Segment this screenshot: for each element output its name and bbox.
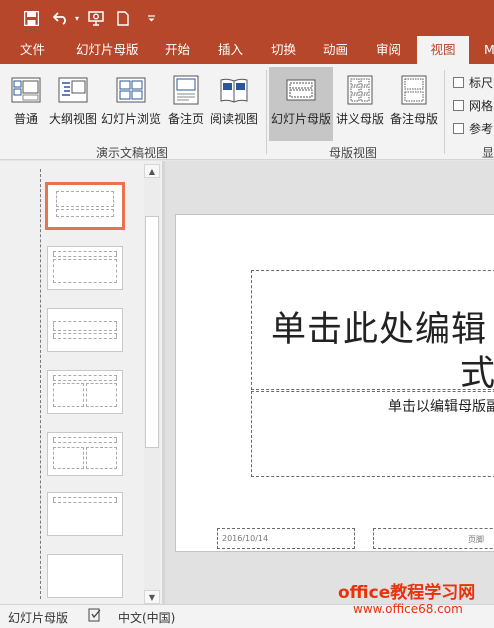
normal-view-button[interactable]: 普通: [6, 67, 46, 141]
tab-animations[interactable]: 动画: [323, 36, 348, 64]
ruler-checkbox[interactable]: 标尺: [453, 74, 493, 91]
tab-more[interactable]: M: [484, 36, 494, 64]
thumb-placeholder: [53, 375, 117, 381]
thumb-placeholder: [56, 191, 114, 207]
footer-placeholder-text: 页脚: [468, 535, 484, 544]
undo-dropdown-icon[interactable]: ▾: [72, 7, 82, 29]
layout-thumbnail[interactable]: [47, 308, 123, 352]
group-separator: [266, 70, 267, 154]
tab-home[interactable]: 开始: [165, 36, 190, 64]
thumb-placeholder: [56, 209, 114, 217]
tab-view[interactable]: 视图: [417, 36, 469, 64]
status-language[interactable]: 中文(中国): [118, 609, 175, 626]
tab-file[interactable]: 文件: [20, 36, 45, 64]
tab-insert[interactable]: 插入: [218, 36, 243, 64]
slide-editing-canvas: 单击此处编辑 式 单击以编辑母版副 2016/10/14 页脚: [165, 161, 494, 604]
group-label-show: 显: [482, 146, 494, 160]
notes-page-icon: [173, 75, 199, 108]
footer-placeholder[interactable]: 页脚: [373, 528, 494, 549]
thumb-placeholder: [53, 259, 117, 283]
layout-thumbnail[interactable]: [47, 432, 123, 476]
tab-review[interactable]: 审阅: [376, 36, 401, 64]
thumbnail-scrollbar[interactable]: ▲ ▼: [144, 164, 160, 604]
group-label-master-views: 母版视图: [329, 146, 378, 160]
slide-master-canvas[interactable]: 单击此处编辑 式 单击以编辑母版副 2016/10/14 页脚: [175, 214, 494, 552]
subtitle-placeholder-text: 单击以编辑母版副: [388, 399, 494, 415]
tab-transitions[interactable]: 切换: [271, 36, 296, 64]
slide-thumbnail-pane: ▲ ▼: [0, 161, 162, 604]
watermark-title: office教程学习网: [338, 583, 476, 603]
undo-icon[interactable]: [49, 7, 73, 29]
scroll-down-icon[interactable]: ▼: [144, 590, 160, 604]
layout-thumbnail[interactable]: [47, 246, 123, 290]
save-icon[interactable]: [20, 7, 42, 29]
checkbox-box[interactable]: [453, 100, 464, 111]
title-placeholder[interactable]: 单击此处编辑 式: [251, 270, 494, 394]
tab-slide-master[interactable]: 幻灯片母版: [76, 36, 139, 64]
outline-view-button[interactable]: 大纲视图: [48, 67, 98, 141]
slide-master-button[interactable]: 幻灯片母版: [269, 67, 333, 141]
layout-thumbnail[interactable]: [47, 370, 123, 414]
scroll-thumb[interactable]: [145, 216, 159, 448]
title-placeholder-text-line2: 式: [460, 354, 494, 394]
ribbon-tabs: 文件 幻灯片母版 开始 插入 切换 动画 审阅 视图 M: [0, 36, 494, 64]
thumb-placeholder: [53, 447, 84, 469]
status-view-name: 幻灯片母版: [8, 611, 69, 625]
guides-checkbox[interactable]: 参考: [453, 120, 493, 137]
handout-master-button[interactable]: 讲义母版: [334, 67, 386, 141]
slide-sorter-button[interactable]: 幻灯片浏览: [100, 67, 162, 141]
notes-page-button[interactable]: 备注页: [164, 67, 208, 141]
ribbon-view: 普通 大纲视图 幻灯片浏览 备注页 阅读视图 幻灯片母版 讲义母版 备注母版 标…: [0, 64, 494, 160]
subtitle-placeholder[interactable]: 单击以编辑母版副: [251, 391, 494, 477]
handout-master-icon: [347, 75, 373, 108]
start-slideshow-icon[interactable]: [85, 7, 107, 29]
reading-view-button[interactable]: 阅读视图: [208, 67, 260, 141]
thumb-placeholder: [53, 383, 84, 407]
reading-view-icon: [219, 75, 249, 108]
notes-master-button[interactable]: 备注母版: [388, 67, 440, 141]
thumb-placeholder: [53, 437, 117, 443]
customize-qat-icon[interactable]: [144, 7, 158, 29]
date-placeholder-text: 2016/10/14: [222, 534, 269, 543]
slide-master-thumbnail[interactable]: [45, 182, 125, 230]
normal-view-icon: [11, 75, 41, 108]
outline-view-icon: [58, 75, 88, 108]
notes-master-icon: [401, 75, 427, 108]
checkbox-box[interactable]: [453, 123, 464, 134]
layout-thumbnail[interactable]: [47, 554, 123, 598]
master-hierarchy-line: [40, 169, 41, 599]
scroll-up-icon[interactable]: ▲: [144, 164, 160, 178]
new-document-icon[interactable]: [114, 7, 132, 29]
spell-check-icon[interactable]: [88, 608, 102, 625]
thumb-placeholder: [86, 383, 117, 407]
slide-sorter-icon: [116, 75, 146, 108]
thumb-placeholder: [53, 497, 117, 503]
thumb-placeholder: [53, 251, 117, 257]
layout-thumbnail[interactable]: [47, 492, 123, 536]
title-placeholder-text: 单击此处编辑: [271, 310, 488, 350]
group-separator: [444, 70, 445, 154]
thumb-placeholder: [86, 447, 117, 469]
watermark-url: www.office68.com: [353, 602, 463, 616]
date-placeholder[interactable]: 2016/10/14: [217, 528, 355, 549]
group-label-presentation-views: 演示文稿视图: [96, 146, 169, 160]
checkbox-box[interactable]: [453, 77, 464, 88]
title-bar: ▾: [0, 0, 494, 36]
slide-master-icon: [286, 75, 316, 108]
thumb-placeholder: [53, 321, 117, 331]
gridlines-checkbox[interactable]: 网格: [453, 97, 493, 114]
thumb-placeholder: [53, 333, 117, 339]
